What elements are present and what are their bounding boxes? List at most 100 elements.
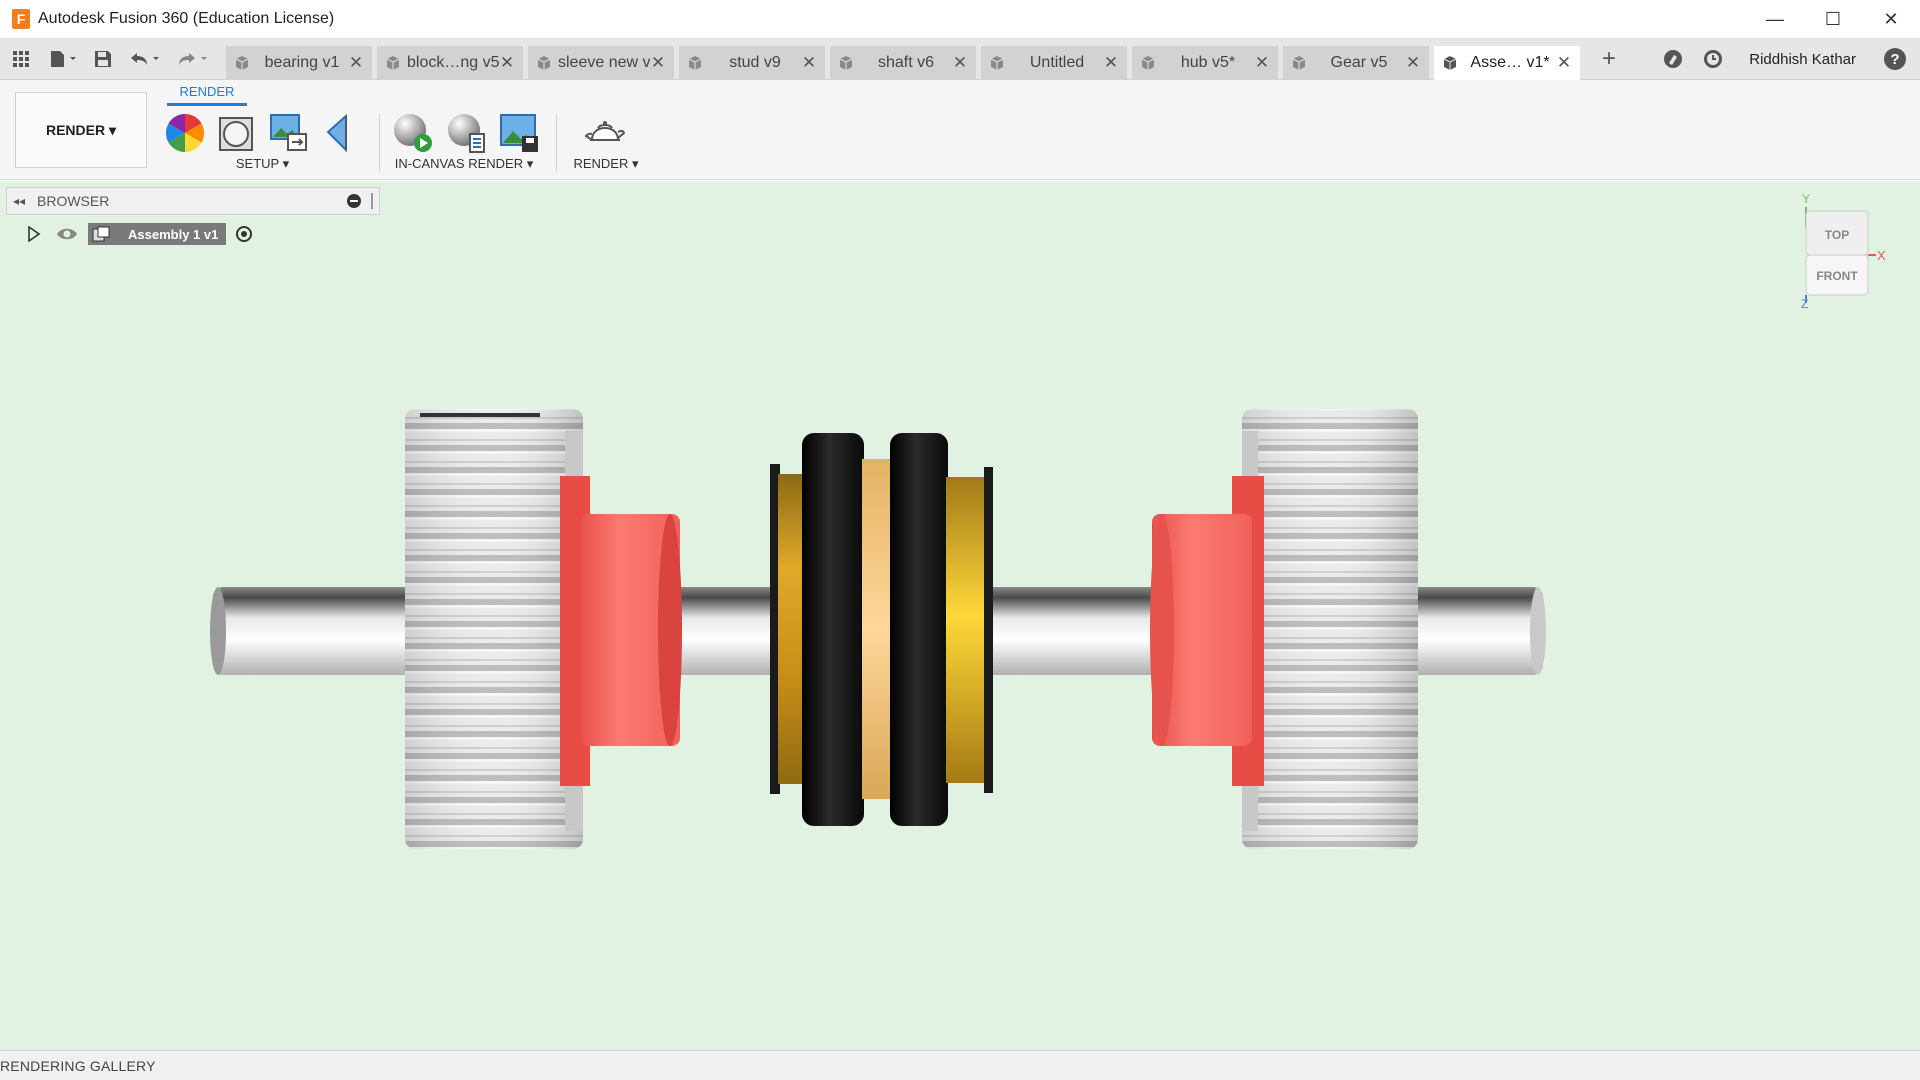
extensions-icon[interactable] xyxy=(1653,38,1693,80)
document-tab-label: hub v5* xyxy=(1180,53,1236,71)
in-canvas-render-group-label[interactable]: IN-CANVAS RENDER ▾ xyxy=(388,156,540,172)
close-tab-icon[interactable]: ✕ xyxy=(499,53,515,73)
setup-group-label[interactable]: SETUP ▾ xyxy=(160,156,365,172)
document-tab-bar: bearing v1 ✕ block…ng v5 ✕ sleeve new v4 ✕ stu… xyxy=(0,38,1920,80)
close-tab-icon[interactable]: ✕ xyxy=(1254,53,1270,73)
minimize-button[interactable]: — xyxy=(1746,0,1804,38)
quick-access-toolbar xyxy=(0,38,216,80)
component-icon xyxy=(92,226,110,242)
tab-render[interactable]: RENDER xyxy=(167,84,247,106)
activate-radio-icon[interactable] xyxy=(236,226,253,242)
document-tab-label: Asse… v1* xyxy=(1470,53,1550,71)
window-title: Autodesk Fusion 360 (Education License) xyxy=(38,10,335,27)
view-cube[interactable]: Y TOP FRONT X Z xyxy=(1780,189,1890,309)
close-tab-icon[interactable]: ✕ xyxy=(1103,53,1119,73)
document-tab-label: block…ng v5 xyxy=(407,53,499,71)
ribbon-separator xyxy=(379,114,380,172)
close-window-button[interactable]: ✕ xyxy=(1862,0,1920,38)
component-icon xyxy=(839,55,853,70)
component-icon xyxy=(235,55,249,70)
document-tab-label: sleeve new v4 xyxy=(558,53,650,71)
document-tab[interactable]: hub v5* ✕ xyxy=(1132,45,1278,80)
right-hub[interactable] xyxy=(1150,476,1264,786)
component-icon xyxy=(990,55,1004,70)
setup-group: SETUP ▾ xyxy=(160,110,365,180)
document-tab[interactable]: stud v9 ✕ xyxy=(679,45,825,80)
redo-icon[interactable] xyxy=(170,38,216,80)
shaft-left-end xyxy=(210,587,226,675)
render-group-label[interactable]: RENDER ▾ xyxy=(566,156,646,172)
close-tab-icon[interactable]: ✕ xyxy=(952,53,968,73)
component-icon xyxy=(688,55,702,70)
left-gear[interactable] xyxy=(405,409,583,849)
rendering-gallery-label: RENDERING GALLERY xyxy=(0,1057,156,1074)
help-icon[interactable]: ? xyxy=(1884,48,1906,70)
document-tab[interactable]: Untitled ✕ xyxy=(981,45,1127,80)
user-account-name[interactable]: Riddhish Kathar xyxy=(1749,51,1856,68)
browser-minimize-icon[interactable] xyxy=(347,194,361,208)
viewcube-top-label: TOP xyxy=(1825,228,1849,242)
x-axis-label: X xyxy=(1877,248,1886,263)
texture-map-controls-icon[interactable] xyxy=(320,112,362,154)
in-canvas-render-group: IN-CANVAS RENDER ▾ xyxy=(388,110,540,180)
close-tab-icon[interactable]: ✕ xyxy=(801,53,817,73)
close-tab-icon[interactable]: ✕ xyxy=(348,53,364,73)
workspace-switcher-button[interactable]: RENDER ▾ xyxy=(15,92,147,168)
component-icon xyxy=(1443,55,1457,70)
render-teapot-icon[interactable] xyxy=(584,112,626,154)
close-tab-icon[interactable]: ✕ xyxy=(650,53,666,73)
document-tab[interactable]: block…ng v5 ✕ xyxy=(377,45,523,80)
file-menu-icon[interactable] xyxy=(42,38,86,80)
component-icon xyxy=(537,55,551,70)
data-panel-grid-icon[interactable] xyxy=(0,38,42,80)
capture-image-icon[interactable] xyxy=(498,112,540,154)
job-status-clock-icon[interactable] xyxy=(1693,38,1733,80)
left-hub[interactable] xyxy=(560,476,682,786)
document-tab-label: Untitled xyxy=(1029,53,1085,71)
render-ribbon: RENDER ▾ RENDER SETUP ▾ IN-CANVAS RENDER… xyxy=(0,80,1920,180)
visibility-eye-icon[interactable] xyxy=(56,226,78,242)
save-icon[interactable] xyxy=(86,38,120,80)
document-tab-label: Gear v5 xyxy=(1330,53,1388,71)
document-tab[interactable]: Gear v5 ✕ xyxy=(1283,45,1429,80)
tabbar-right-controls: Riddhish Kathar ? xyxy=(1653,38,1920,80)
canvas-viewport[interactable]: ◂◂ BROWSER Assembly 1 v1 Y TOP FRONT X Z xyxy=(0,181,1920,1050)
new-tab-plus-icon[interactable]: + xyxy=(1591,38,1627,80)
physical-material-icon[interactable] xyxy=(216,112,258,154)
fusion-logo-icon: F xyxy=(12,9,30,29)
close-tab-icon[interactable]: ✕ xyxy=(1405,53,1421,73)
maximize-button[interactable]: ☐ xyxy=(1804,0,1862,38)
in-canvas-render-play-icon[interactable] xyxy=(392,112,434,154)
document-tab[interactable]: shaft v6 ✕ xyxy=(830,45,976,80)
tree-item-assembly[interactable]: Assembly 1 v1 xyxy=(88,223,227,245)
document-tab[interactable]: Asse… v1* ✕ xyxy=(1434,45,1580,80)
document-tab[interactable]: bearing v1 ✕ xyxy=(226,45,372,80)
component-icon xyxy=(386,55,400,70)
document-tab-label: bearing v1 xyxy=(264,53,340,71)
scene-settings-icon[interactable] xyxy=(268,112,310,154)
document-tab-label: shaft v6 xyxy=(877,53,935,71)
browser-collapse-icon[interactable]: ◂◂ xyxy=(7,194,31,208)
undo-icon[interactable] xyxy=(120,38,170,80)
title-bar: F Autodesk Fusion 360 (Education License… xyxy=(0,0,1920,38)
viewcube-front-label: FRONT xyxy=(1816,269,1858,283)
appearance-color-wheel-icon[interactable] xyxy=(164,112,206,154)
bearing-assembly[interactable] xyxy=(770,433,993,826)
window-controls: — ☐ ✕ xyxy=(1746,0,1920,38)
browser-resize-grip[interactable] xyxy=(371,193,377,209)
right-gear[interactable] xyxy=(1242,409,1418,849)
document-tab[interactable]: sleeve new v4 ✕ xyxy=(528,45,674,80)
browser-title: BROWSER xyxy=(37,193,110,209)
component-icon xyxy=(1141,55,1155,70)
ribbon-separator xyxy=(556,114,557,172)
document-tabs: bearing v1 ✕ block…ng v5 ✕ sleeve new v4 ✕ stu… xyxy=(226,38,1585,80)
in-canvas-render-settings-icon[interactable] xyxy=(446,112,488,154)
assembly-model[interactable] xyxy=(0,181,1920,1050)
close-tab-icon[interactable]: ✕ xyxy=(1556,53,1572,73)
y-axis-label: Y xyxy=(1802,192,1810,206)
document-tab-label: stud v9 xyxy=(729,53,781,71)
rendering-gallery-bar[interactable]: RENDERING GALLERY xyxy=(0,1050,1920,1080)
browser-panel: ◂◂ BROWSER xyxy=(6,187,380,215)
expand-triangle-icon[interactable] xyxy=(26,226,42,242)
tree-item-label: Assembly 1 v1 xyxy=(128,226,219,242)
